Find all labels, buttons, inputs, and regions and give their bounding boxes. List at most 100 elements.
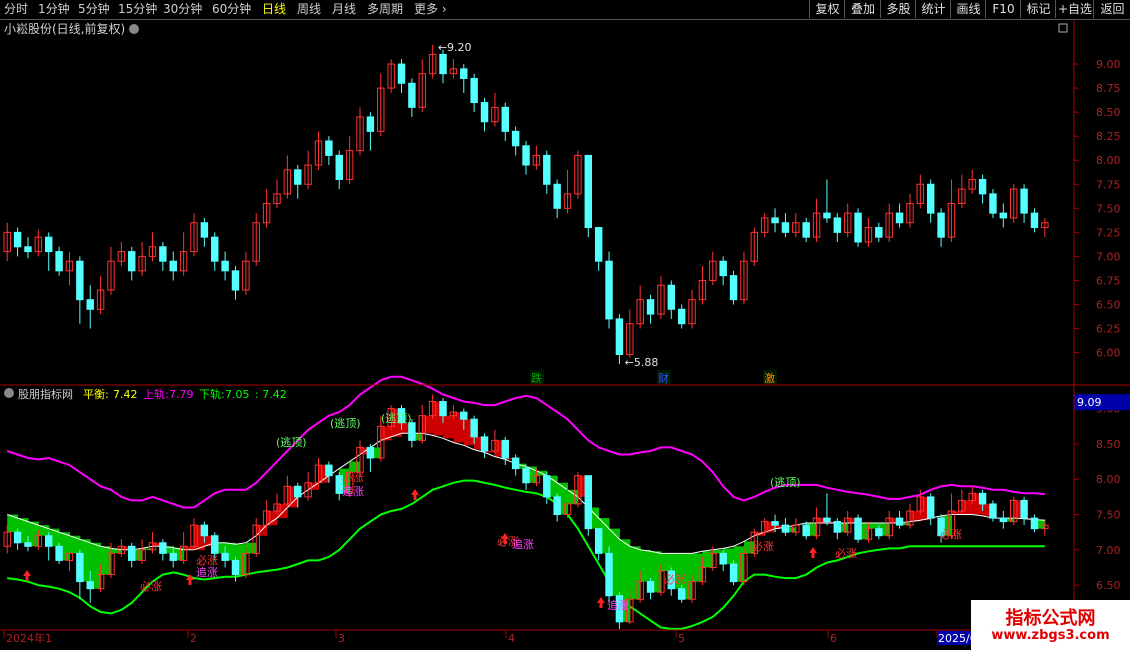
ind-candle bbox=[605, 552, 613, 597]
ind-candle bbox=[76, 552, 84, 583]
main-candle bbox=[366, 116, 375, 132]
price-axis-label: 6.50 bbox=[1096, 298, 1121, 311]
period-tab-7[interactable]: 周线 bbox=[297, 1, 321, 17]
ind-candle bbox=[895, 517, 904, 526]
ind-candle bbox=[511, 457, 520, 470]
main-candle bbox=[553, 183, 561, 209]
date-label-1: 2 bbox=[190, 632, 197, 645]
period-tab-2[interactable]: 5分钟 bbox=[78, 1, 110, 17]
toolbar-button-3[interactable]: 统计 bbox=[915, 0, 951, 18]
main-candle bbox=[460, 68, 468, 79]
period-tab-4[interactable]: 30分钟 bbox=[163, 1, 202, 17]
date-label-4: 5 bbox=[678, 632, 685, 645]
main-candle bbox=[501, 106, 509, 132]
period-tab-5[interactable]: 60分钟 bbox=[212, 1, 251, 17]
ind-candle bbox=[1030, 517, 1039, 530]
toolbar-button-4[interactable]: 画线 bbox=[950, 0, 986, 18]
period-tab-1[interactable]: 1分钟 bbox=[38, 1, 70, 17]
ind-candle bbox=[231, 559, 240, 576]
main-candle bbox=[45, 236, 53, 253]
ind-candle bbox=[169, 552, 177, 561]
ind-candle bbox=[999, 517, 1008, 523]
chase-rise-signal-1: 追涨 bbox=[342, 484, 364, 498]
ind-candle bbox=[211, 535, 219, 554]
ind-candle bbox=[978, 492, 987, 505]
main-candle bbox=[584, 154, 593, 229]
ind-candle bbox=[833, 521, 842, 533]
event-marker-0: 跌 bbox=[531, 371, 542, 385]
main-candle bbox=[522, 145, 530, 166]
main-candle bbox=[13, 231, 22, 248]
price-axis-label: 7.00 bbox=[1096, 250, 1121, 263]
price-axis-label: 6.75 bbox=[1096, 274, 1121, 287]
main-candle bbox=[408, 82, 416, 108]
main-candle bbox=[511, 130, 520, 147]
ind-candle bbox=[677, 588, 686, 600]
toolbar-button-8[interactable]: 返回 bbox=[1093, 0, 1130, 18]
low-price-label: ←5.88 bbox=[625, 356, 659, 369]
main-candle bbox=[999, 212, 1008, 219]
price-axis-label: 9.00 bbox=[1096, 58, 1121, 71]
indicator-collapse-icon[interactable] bbox=[4, 388, 14, 398]
toolbar-button-1[interactable]: 叠加 bbox=[844, 0, 881, 18]
indicator-header-5: 下轨: bbox=[199, 387, 225, 401]
main-candle bbox=[128, 251, 136, 272]
ind-candle bbox=[408, 422, 416, 441]
toolbar-button-5[interactable]: F10 bbox=[985, 0, 1021, 18]
main-candle bbox=[937, 212, 945, 238]
watermark-title: 指标公式网 bbox=[1005, 608, 1096, 629]
ind-candle bbox=[159, 542, 167, 554]
collapse-icon[interactable] bbox=[129, 24, 139, 34]
ind-candle bbox=[470, 418, 478, 438]
ind-candle bbox=[294, 485, 302, 498]
must-rise-signal-4: 必涨 bbox=[664, 573, 686, 586]
indicator-axis-label: 6.50 bbox=[1096, 579, 1121, 592]
price-axis-label: 7.25 bbox=[1096, 226, 1121, 239]
date-label-0: 2024年1 bbox=[6, 631, 52, 645]
ind-candle bbox=[460, 411, 468, 420]
toolbar-button-0[interactable]: 复权 bbox=[809, 0, 845, 18]
ind-candle bbox=[729, 563, 738, 583]
main-candle bbox=[771, 217, 779, 224]
main-candle bbox=[875, 227, 883, 238]
period-toolbar: 分时 1分钟 5分钟 15分钟 30分钟 60分钟 日线 周线 月线 多周期 更多 › 复权 叠加 多股统… bbox=[0, 0, 1130, 20]
toolbar-button-2[interactable]: 多股 bbox=[880, 0, 916, 18]
main-candle bbox=[646, 299, 655, 315]
ind-candle bbox=[823, 517, 831, 523]
price-axis-label: 8.00 bbox=[1096, 154, 1121, 167]
price-axis-label: 7.50 bbox=[1096, 202, 1121, 215]
ind-candle bbox=[13, 531, 22, 544]
main-candle bbox=[989, 193, 997, 214]
ind-candle bbox=[553, 496, 561, 516]
indicator-header-2: 7.42 bbox=[113, 388, 138, 401]
period-tab-8[interactable]: 月线 bbox=[332, 1, 356, 17]
ind-candle bbox=[366, 446, 375, 459]
indicator-header-6: 7.05 bbox=[225, 388, 250, 401]
main-candle bbox=[55, 251, 63, 272]
chart-area[interactable]: 小崧股份(日线,前复权) ←9.20 ←5.88 跌 财 激 9.00 8.75 8.50 8… bbox=[0, 20, 1130, 650]
indicator-header-0: 股朋指标网 bbox=[18, 387, 73, 401]
toolbar-button-6[interactable]: 标记 bbox=[1020, 0, 1056, 18]
ind-candle bbox=[480, 436, 489, 452]
main-candle bbox=[200, 222, 209, 238]
must-rise-signal-6: 必涨 bbox=[835, 547, 857, 560]
toolbar-button-7[interactable]: +自选 bbox=[1055, 0, 1094, 18]
indicator-header-3: 上轨: bbox=[143, 387, 169, 401]
ind-candle bbox=[584, 475, 593, 530]
period-tab-6[interactable]: 日线 bbox=[262, 1, 286, 17]
main-candle bbox=[1030, 212, 1039, 229]
must-rise-signal-2: 必涨 bbox=[342, 471, 364, 484]
ind-candle bbox=[854, 517, 862, 540]
ind-candle bbox=[221, 552, 229, 561]
price-axis-label: 6.00 bbox=[1096, 347, 1121, 360]
main-candle bbox=[677, 308, 686, 325]
balance-fill bbox=[629, 546, 641, 600]
period-tab-10[interactable]: 更多 › bbox=[414, 1, 447, 17]
indicator-axis-label: 8.00 bbox=[1096, 473, 1121, 486]
escape-top-signal-3: (逃顶) bbox=[770, 476, 801, 489]
period-tab-0[interactable]: 分时 bbox=[4, 1, 28, 17]
main-candle bbox=[159, 246, 167, 262]
balance-fill bbox=[868, 523, 880, 529]
period-tab-9[interactable]: 多周期 bbox=[367, 1, 403, 17]
period-tab-3[interactable]: 15分钟 bbox=[118, 1, 157, 17]
